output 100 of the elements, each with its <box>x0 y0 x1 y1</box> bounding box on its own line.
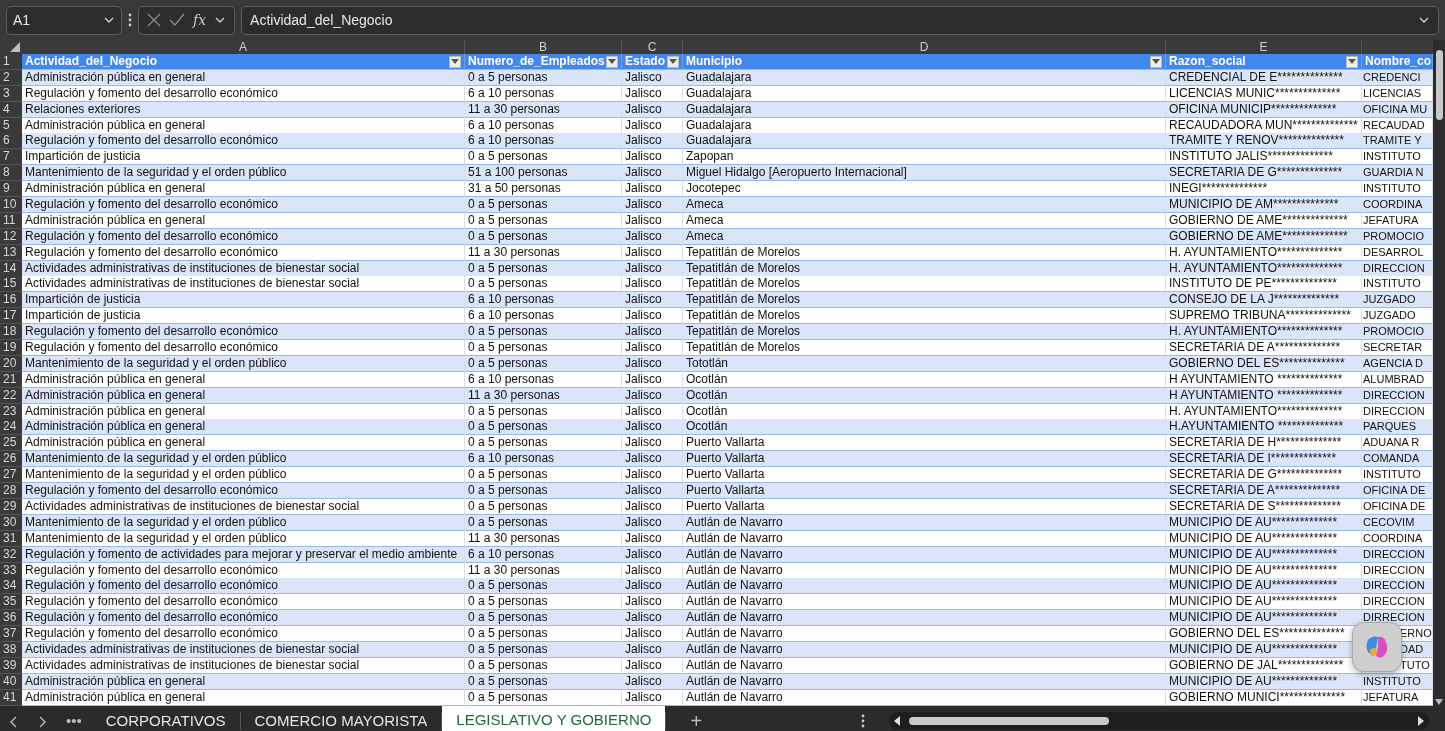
table-cell: Jocotepec <box>683 181 1166 198</box>
chevron-left-icon <box>10 715 18 728</box>
table-cell: Jalisco <box>622 340 683 357</box>
table-cell: TRAMITE Y RENOV************** <box>1166 133 1362 150</box>
table-cell: Jalisco <box>622 626 683 643</box>
table-cell: SECRETARIA DE H************** <box>1166 435 1362 452</box>
table-cell: Puerto Vallarta <box>683 451 1166 468</box>
row-number[interactable]: 28 <box>0 483 22 500</box>
row-number[interactable]: 36 <box>0 610 22 627</box>
table-cell: Jalisco <box>622 165 683 182</box>
table-cell: SECRETAR <box>1362 340 1433 357</box>
table-cell: Guadalajara <box>683 133 1166 150</box>
row-number[interactable]: 17 <box>0 308 22 325</box>
row-number[interactable]: 8 <box>0 165 22 182</box>
add-sheet-button[interactable]: + <box>666 706 727 731</box>
table-cell: COORDINA <box>1362 197 1433 213</box>
table-cell: Mantenimiento de la seguridad y el orden público <box>22 165 465 182</box>
row-number[interactable]: 27 <box>0 467 22 484</box>
row-number[interactable]: 7 <box>0 149 22 166</box>
table-cell: 0 a 5 personas <box>465 435 622 452</box>
table-cell: Jalisco <box>622 149 683 166</box>
table-cell: JUZGADO <box>1362 292 1433 309</box>
table-cell: Jalisco <box>622 292 683 309</box>
scroll-left-icon[interactable] <box>893 716 901 726</box>
check-icon[interactable] <box>169 13 185 27</box>
table-cell: INSTITUTO DE PE************** <box>1166 276 1362 293</box>
table-cell: Impartición de justicia <box>22 149 465 166</box>
row-number[interactable]: 18 <box>0 324 22 341</box>
table-cell: H.AYUNTAMIENTO ************** <box>1166 419 1362 436</box>
more-options-icon[interactable] <box>861 714 865 728</box>
table-cell: INSTITUTO JALIS************** <box>1166 149 1362 166</box>
row-number[interactable]: 37 <box>0 626 22 643</box>
table-cell: INSTITUTO <box>1362 276 1433 293</box>
table-cell: Jalisco <box>622 308 683 325</box>
table-cell: SUPREMO TRIBUNA************** <box>1166 308 1362 325</box>
filter-dropdown-button[interactable] <box>449 55 461 68</box>
more-sheets-button[interactable]: ••• <box>56 709 92 731</box>
table-cell: Jalisco <box>622 578 683 595</box>
table-cell: Tepatitlán de Morelos <box>683 324 1166 341</box>
sheet-tab[interactable]: COMERCIO MAYORISTA <box>240 705 442 731</box>
table-cell: Jalisco <box>622 467 683 484</box>
column-header-text: Nombre_co <box>1365 54 1432 69</box>
scroll-right-icon[interactable] <box>1417 716 1425 726</box>
table-cell: 0 a 5 personas <box>465 594 622 611</box>
table-cell: 0 a 5 personas <box>465 610 622 627</box>
horizontal-scrollbar[interactable] <box>889 712 1429 730</box>
formula-field[interactable]: Actividad_del_Negocio <box>241 5 1439 35</box>
sheet-tab[interactable]: CORPORATIVOS <box>91 705 240 731</box>
filter-dropdown-button[interactable] <box>1150 55 1162 68</box>
table-cell: MUNICIPIO DE AU************** <box>1166 578 1362 595</box>
row-number[interactable]: 35 <box>0 594 22 611</box>
table-cell: PROMOCIO <box>1362 324 1433 341</box>
filter-dropdown-button[interactable] <box>667 55 679 68</box>
more-options-icon[interactable] <box>128 13 132 27</box>
scrollbar-thumb[interactable] <box>1435 50 1443 120</box>
row-number[interactable]: 25 <box>0 435 22 452</box>
row-number[interactable]: 1 <box>0 54 22 70</box>
table-cell: Jalisco <box>622 610 683 627</box>
table-cell: Jalisco <box>622 276 683 293</box>
table-cell: INSTITUTO <box>1362 149 1433 166</box>
table-cell: Jalisco <box>622 594 683 611</box>
insert-function-button[interactable]: fx <box>193 9 207 31</box>
row-number[interactable]: 10 <box>0 197 22 213</box>
row-number[interactable]: 24 <box>0 419 22 436</box>
row-number[interactable]: 19 <box>0 340 22 357</box>
scrollbar-thumb[interactable] <box>909 717 1109 725</box>
table-cell: Regulación y fomento del desarrollo económico <box>22 610 465 627</box>
row-number[interactable]: 26 <box>0 451 22 468</box>
table-cell: 0 a 5 personas <box>465 324 622 341</box>
table-cell: Jalisco <box>622 451 683 468</box>
row-number[interactable]: 9 <box>0 181 22 198</box>
filter-dropdown-button[interactable] <box>1346 55 1358 68</box>
table-cell: 0 a 5 personas <box>465 419 622 436</box>
table-cell: Jalisco <box>622 181 683 198</box>
table-cell: Administración pública en general <box>22 419 465 436</box>
table-cell: Actividades administrativas de instituciones de bienestar social <box>22 276 465 293</box>
table-cell: INSTITUTO <box>1362 467 1433 484</box>
table-cell: Jalisco <box>622 483 683 500</box>
row-number[interactable]: 16 <box>0 292 22 309</box>
table-cell: Autlán de Navarro <box>683 626 1166 643</box>
table-cell: Regulación y fomento del desarrollo económico <box>22 594 465 611</box>
dropdown-arrow-icon <box>669 59 677 64</box>
cancel-icon[interactable] <box>147 13 161 27</box>
table-cell: SECRETARIA DE G************** <box>1166 165 1362 182</box>
name-box[interactable]: A1 <box>6 5 122 35</box>
table-cell: TRAMITE Y <box>1362 133 1433 150</box>
row-number[interactable]: 15 <box>0 276 22 293</box>
table-cell: SECRETARIA DE G************** <box>1166 467 1362 484</box>
filter-dropdown-button[interactable] <box>606 55 618 68</box>
table-cell: Ocotlán <box>683 419 1166 436</box>
table-cell: CONSEJO DE LA J************** <box>1166 292 1362 309</box>
table-cell: Regulación y fomento del desarrollo económico <box>22 197 465 213</box>
table-cell: Tepatitlán de Morelos <box>683 340 1166 357</box>
sheet-tab[interactable]: LEGISLATIVO Y GOBIERNO <box>442 705 666 731</box>
assistant-button[interactable] <box>1352 622 1402 672</box>
row-number[interactable]: 34 <box>0 578 22 595</box>
chevron-right-icon <box>38 715 46 728</box>
table-cell: Tepatitlán de Morelos <box>683 276 1166 293</box>
table-cell: INSTITUTO <box>1362 181 1433 198</box>
row-number[interactable]: 6 <box>0 133 22 150</box>
